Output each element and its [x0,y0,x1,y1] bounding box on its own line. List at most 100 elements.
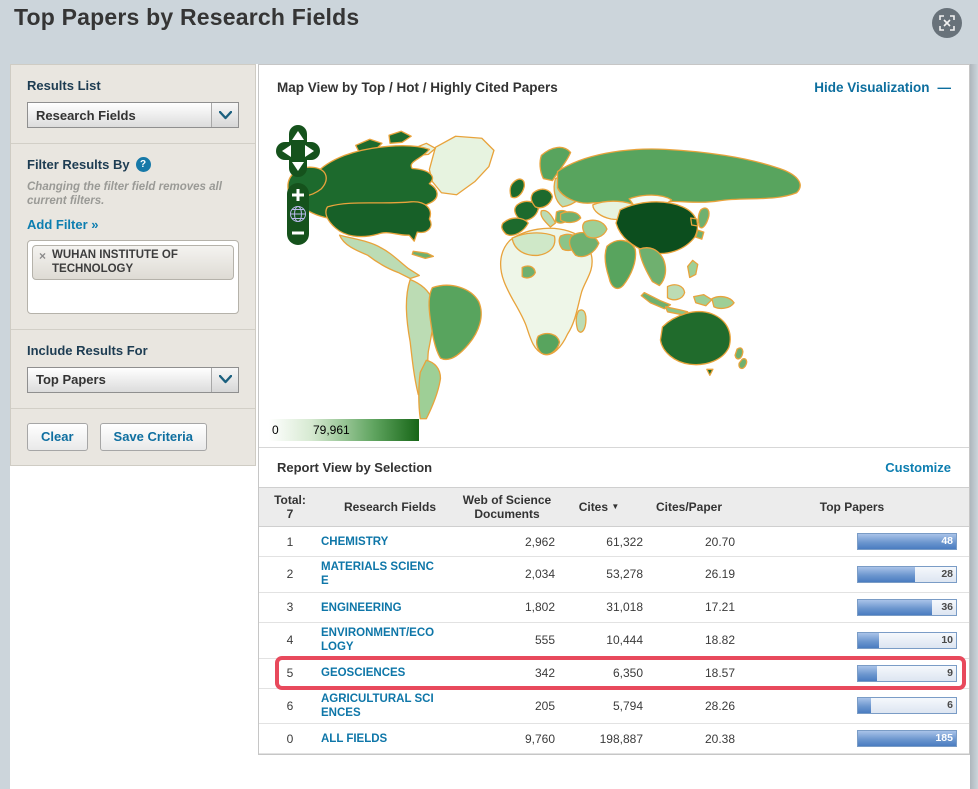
content-area: Results List Research Fields Filter Resu… [10,64,970,789]
top-papers-bar: 36 [857,598,957,616]
expand-icon [939,15,955,31]
top-papers-bar: 28 [857,565,957,583]
customize-link[interactable]: Customize [885,460,951,475]
map-color-scale: 0 79,961 [269,419,419,441]
column-top-papers: Top Papers [819,499,885,514]
research-field-link[interactable]: CHEMISTRY [321,535,441,549]
hide-visualization-label: Hide Visualization [814,79,930,95]
top-papers-value: 9 [947,666,953,679]
row-rank: 2 [286,567,294,582]
results-list-value: Research Fields [36,107,136,123]
world-map[interactable]: 0 79,961 [259,109,969,447]
row-cites: 6,350 [612,666,643,680]
row-rank: 5 [286,666,294,680]
map-view-header: Map View by Top / Hot / Highly Cited Pap… [259,65,969,109]
sidebar-actions: Clear Save Criteria [11,409,255,465]
choropleth-map-svg [287,130,801,420]
research-field-link[interactable]: ENGINEERING [321,601,441,615]
map-zoom-control[interactable] [287,183,309,245]
top-papers-value: 28 [941,567,953,580]
include-results-dropdown[interactable]: Top Papers [27,366,239,393]
results-list-dropdown[interactable]: Research Fields [27,102,239,128]
row-cites-per-paper: 18.57 [704,666,735,680]
map-view-title: Map View by Top / Hot / Highly Cited Pap… [277,79,558,95]
active-filters-box: × WUHAN INSTITUTE OF TECHNOLOGY [27,239,239,314]
include-results-label: Include Results For [27,342,148,358]
row-cites: 5,794 [612,698,643,713]
row-cites: 198,887 [599,731,643,746]
main-panel: Map View by Top / Hot / Highly Cited Pap… [258,64,970,756]
remove-filter-icon[interactable]: × [39,249,46,263]
page-title: Top Papers by Research Fields [14,4,360,30]
row-cites-per-paper: 20.38 [704,731,735,746]
include-results-section: Include Results For Top Papers [11,330,255,409]
row-documents: 555 [534,633,555,648]
include-results-value: Top Papers [36,372,106,388]
minus-icon: — [937,79,952,95]
filter-section: Filter Results By ? Changing the filter … [11,144,255,330]
top-papers-bar: 185 [857,730,957,748]
row-documents: 9,760 [524,731,555,746]
table-header-row: Total: 7 Research Fields Web of Science D… [259,487,969,527]
total-header: Total: 7 [274,492,306,521]
row-rank: 4 [286,633,294,648]
save-criteria-button[interactable]: Save Criteria [99,422,208,451]
research-field-link[interactable]: ENVIRONMENT/ECOLOGY [321,626,441,655]
column-wos-documents: Web of Science Documents [462,492,552,521]
title-bar: Top Papers by Research Fields [0,0,978,64]
scale-min-label: 0 [272,423,279,437]
research-field-link[interactable]: ALL FIELDS [321,732,441,746]
sidebar: Results List Research Fields Filter Resu… [10,64,256,466]
top-papers-bar: 10 [857,631,957,649]
panel-edge-shadow [970,64,978,789]
filter-by-label: Filter Results By [27,157,130,172]
row-cites: 31,018 [606,600,643,615]
add-filter-link[interactable]: Add Filter » [27,217,239,232]
table-row: 6 AGRICULTURAL SCIENCES 205 5,794 28.26 … [259,689,969,725]
row-cites-per-paper: 18.82 [704,633,735,648]
row-documents: 2,034 [524,567,555,582]
row-documents: 2,962 [524,534,555,549]
row-rank: 0 [286,731,294,746]
row-cites: 53,278 [606,567,643,582]
row-cites-per-paper: 28.26 [704,698,735,713]
row-documents: 205 [534,698,555,713]
map-pan-control[interactable] [276,125,320,177]
top-papers-bar: 48 [857,533,957,550]
table-row: 2 MATERIALS SCIENCE 2,034 53,278 26.19 2… [259,557,969,593]
help-icon[interactable]: ? [135,157,151,172]
sort-descending-icon: ▼ [611,501,620,511]
row-cites-per-paper: 17.21 [704,600,735,615]
table-row: 1 CHEMISTRY 2,962 61,322 20.70 48 [259,527,969,557]
top-papers-bar: 9 [857,664,957,682]
row-cites-per-paper: 26.19 [704,567,735,582]
row-rank: 3 [286,600,294,615]
row-documents: 1,802 [524,600,555,615]
report-view-header: Report View by Selection Customize [259,447,969,487]
filter-note: Changing the filter field removes all cu… [27,181,222,208]
column-cites-per-paper: Cites/Paper [655,499,723,514]
row-documents: 342 [534,666,555,680]
top-papers-value: 185 [935,732,953,745]
clear-button[interactable]: Clear [27,422,88,451]
bar-fill [858,665,877,681]
fullscreen-button[interactable] [932,8,962,38]
row-cites: 61,322 [606,534,643,549]
column-cites-sort[interactable]: Cites ▼ [555,500,643,514]
hide-visualization-link[interactable]: Hide Visualization — [814,80,951,95]
table-row: 0 ALL FIELDS 9,760 198,887 20.38 185 [259,724,969,755]
table-row: 4 ENVIRONMENT/ECOLOGY 555 10,444 18.82 1… [259,623,969,659]
research-field-link[interactable]: MATERIALS SCIENCE [321,560,441,589]
research-field-link[interactable]: AGRICULTURAL SCIENCES [321,692,441,721]
cites-header-label: Cites [578,499,609,514]
research-field-link[interactable]: GEOSCIENCES [321,666,441,680]
table-row: 3 ENGINEERING 1,802 31,018 17.21 36 [259,593,969,623]
top-papers-value: 6 [947,699,953,712]
row-cites-per-paper: 20.70 [704,534,735,549]
scale-max-label: 79,961 [313,423,350,437]
filter-chip[interactable]: × WUHAN INSTITUTE OF TECHNOLOGY [32,244,234,281]
top-papers-value: 10 [941,633,953,646]
bar-fill [858,698,871,714]
table-row: 5 GEOSCIENCES 342 6,350 18.57 9 [259,655,969,690]
bar-fill [858,566,915,582]
